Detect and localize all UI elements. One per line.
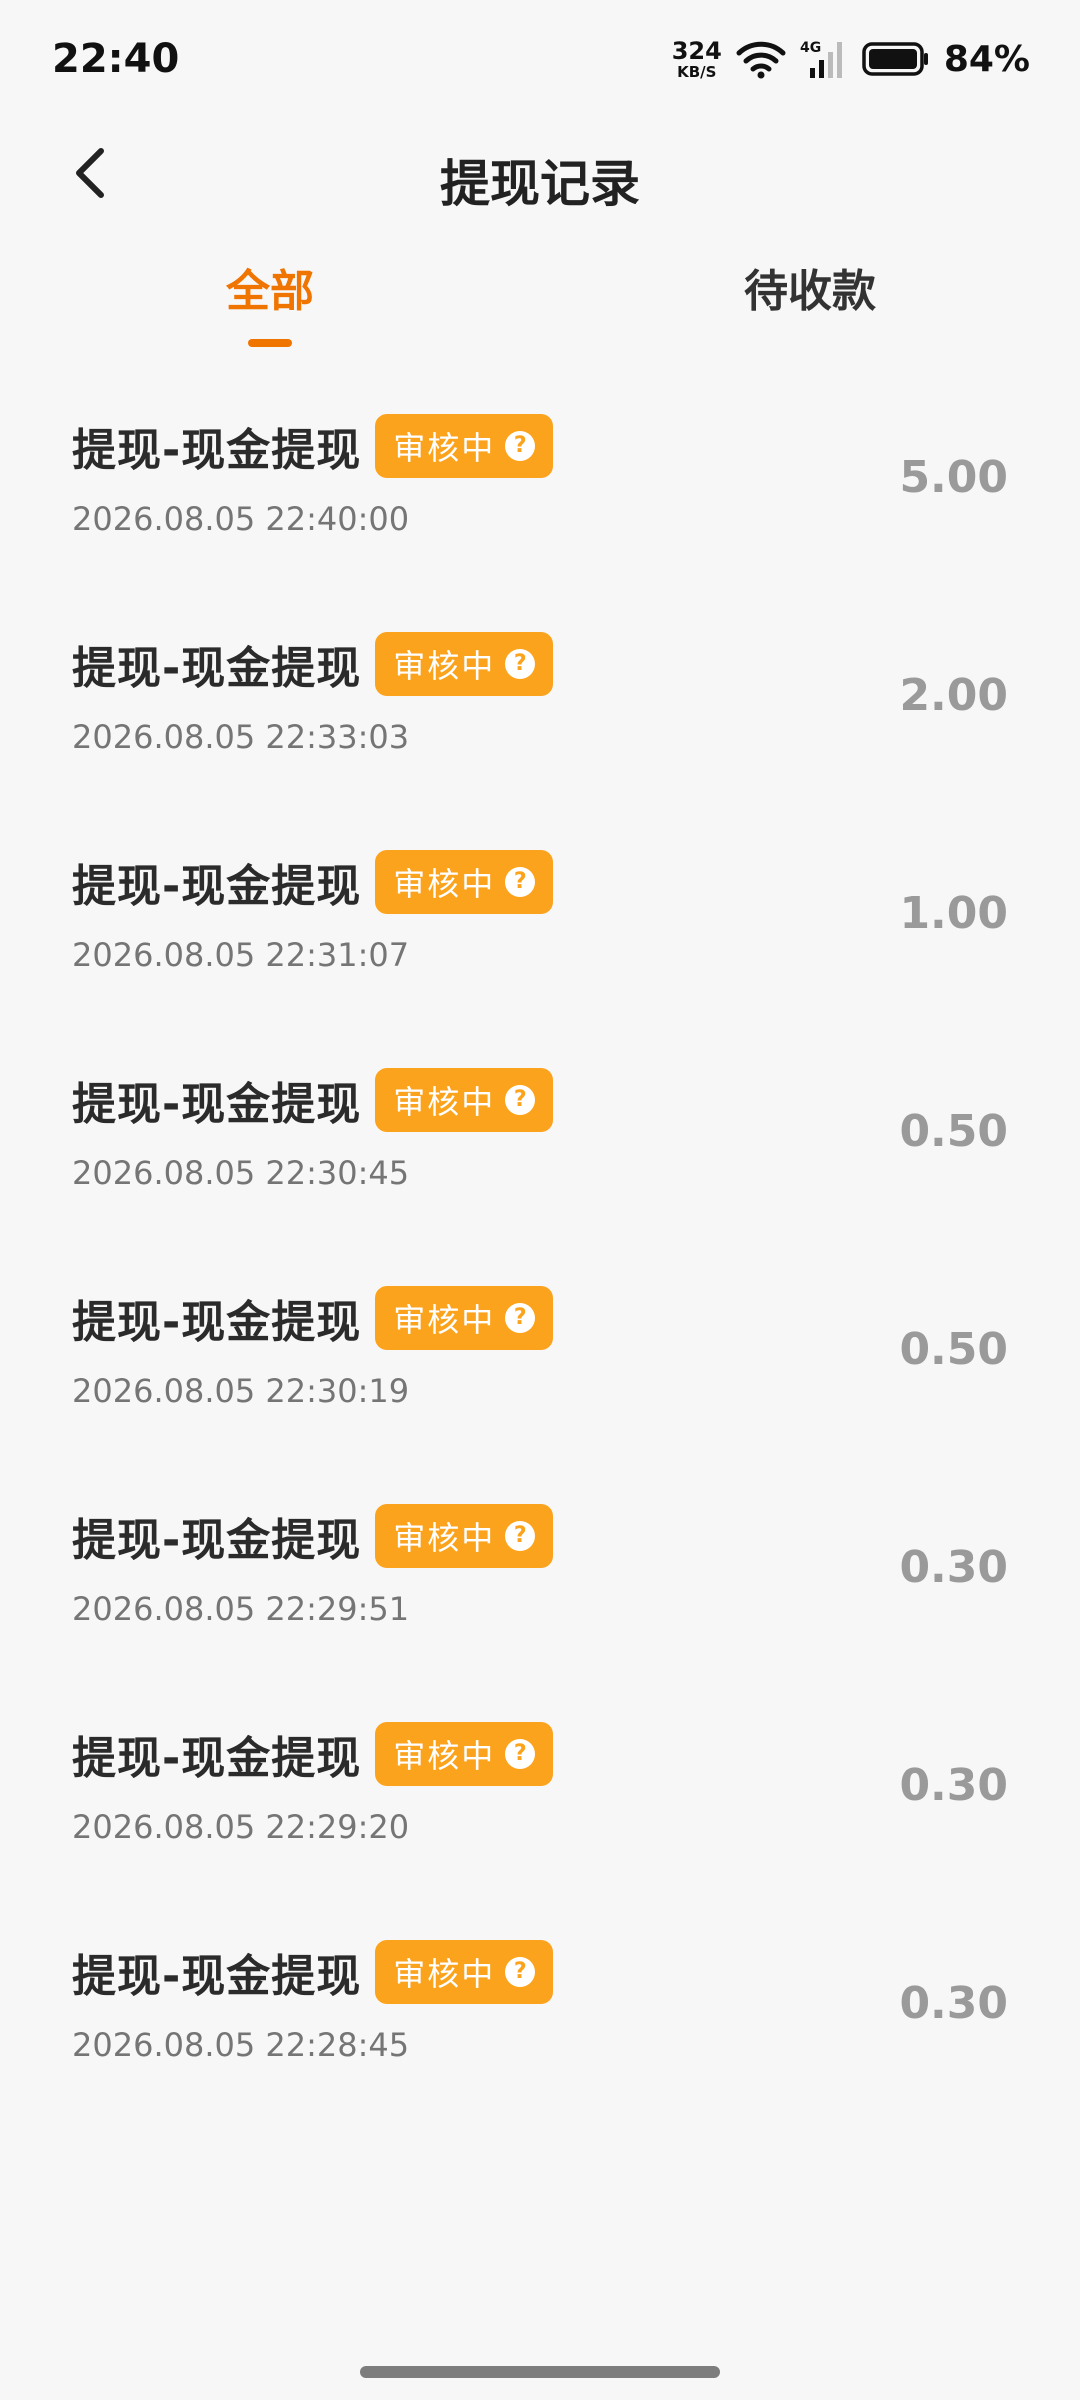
record-timestamp: 2026.08.05 22:29:20 (72, 1808, 410, 1846)
question-mark-icon[interactable]: ? (505, 1303, 536, 1333)
tab-all[interactable]: 全部 (160, 255, 380, 319)
record-amount: 0.30 (899, 1760, 1008, 1811)
header: 提现记录 (0, 130, 1080, 220)
record-title: 提现-现金提现 (72, 1951, 362, 2002)
status-icons: 324 KB/S 4G 84% (672, 38, 1030, 80)
status-badge-label: 审核中 (393, 1519, 496, 1557)
status-badge-label: 审核中 (393, 429, 496, 467)
status-badge-label: 审核中 (393, 1301, 496, 1339)
battery-icon (862, 41, 930, 77)
withdrawal-record-row[interactable]: 提现-现金提现 审核中 ? 2026.08.05 22:40:00 5.00 (0, 400, 1080, 618)
record-timestamp: 2026.08.05 22:29:51 (72, 1590, 410, 1628)
status-badge-label: 审核中 (393, 1083, 496, 1121)
status-badge[interactable]: 审核中 ? (375, 414, 554, 478)
record-timestamp: 2026.08.05 22:33:03 (72, 718, 410, 756)
tab-bar: 全部 待收款 (0, 255, 1080, 355)
record-amount: 1.00 (899, 888, 1008, 939)
record-title: 提现-现金提现 (72, 1079, 362, 1130)
status-badge-label: 审核中 (393, 647, 496, 685)
withdrawal-record-row[interactable]: 提现-现金提现 审核中 ? 2026.08.05 22:30:45 0.50 (0, 1054, 1080, 1272)
cell-type-label: 4G (800, 40, 821, 56)
status-time: 22:40 (52, 36, 180, 82)
status-badge[interactable]: 审核中 ? (375, 1068, 554, 1132)
status-badge[interactable]: 审核中 ? (375, 1504, 554, 1568)
record-title-line: 提现-现金提现 审核中 ? (72, 1068, 554, 1132)
record-title-line: 提现-现金提现 审核中 ? (72, 1286, 554, 1350)
page-title: 提现记录 (440, 155, 640, 213)
record-amount: 0.30 (899, 1978, 1008, 2029)
active-tab-indicator (248, 339, 292, 347)
withdrawal-record-row[interactable]: 提现-现金提现 审核中 ? 2026.08.05 22:29:51 0.30 (0, 1490, 1080, 1708)
status-badge[interactable]: 审核中 ? (375, 1286, 554, 1350)
wifi-icon (736, 39, 786, 79)
record-timestamp: 2026.08.05 22:28:45 (72, 2026, 410, 2064)
question-mark-icon[interactable]: ? (505, 867, 536, 897)
record-amount: 5.00 (899, 452, 1008, 503)
record-title: 提现-现金提现 (72, 643, 362, 694)
record-timestamp: 2026.08.05 22:30:19 (72, 1372, 410, 1410)
record-title: 提现-现金提现 (72, 425, 362, 476)
record-amount: 0.30 (899, 1542, 1008, 1593)
record-timestamp: 2026.08.05 22:40:00 (72, 500, 410, 538)
record-title: 提现-现金提现 (72, 861, 362, 912)
status-badge-label: 审核中 (393, 1737, 496, 1775)
question-mark-icon[interactable]: ? (505, 1739, 536, 1769)
cellular-signal-icon: 4G (800, 38, 848, 80)
status-bar: 22:40 324 KB/S 4G 84% (0, 0, 1080, 120)
status-badge[interactable]: 审核中 ? (375, 632, 554, 696)
status-badge-label: 审核中 (393, 865, 496, 903)
record-timestamp: 2026.08.05 22:31:07 (72, 936, 410, 974)
question-mark-icon[interactable]: ? (505, 1085, 536, 1115)
question-mark-icon[interactable]: ? (505, 1521, 536, 1551)
network-speed-unit: KB/S (677, 62, 717, 81)
record-title-line: 提现-现金提现 审核中 ? (72, 850, 554, 914)
status-badge[interactable]: 审核中 ? (375, 850, 554, 914)
record-amount: 0.50 (899, 1106, 1008, 1157)
record-amount: 0.50 (899, 1324, 1008, 1375)
status-badge[interactable]: 审核中 ? (375, 1940, 554, 2004)
record-timestamp: 2026.08.05 22:30:45 (72, 1154, 410, 1192)
status-badge[interactable]: 审核中 ? (375, 1722, 554, 1786)
record-title-line: 提现-现金提现 审核中 ? (72, 1940, 554, 2004)
record-title-line: 提现-现金提现 审核中 ? (72, 632, 554, 696)
question-mark-icon[interactable]: ? (505, 1957, 536, 1987)
record-title: 提现-现金提现 (72, 1733, 362, 1784)
withdrawal-record-row[interactable]: 提现-现金提现 审核中 ? 2026.08.05 22:28:45 0.30 (0, 1926, 1080, 2144)
record-title: 提现-现金提现 (72, 1297, 362, 1348)
record-title-line: 提现-现金提现 审核中 ? (72, 1504, 554, 1568)
tab-pending-receipt[interactable]: 待收款 (700, 255, 920, 319)
record-title: 提现-现金提现 (72, 1515, 362, 1566)
network-speed-value: 324 (671, 36, 722, 65)
record-amount: 2.00 (899, 670, 1008, 721)
question-mark-icon[interactable]: ? (505, 431, 536, 461)
network-speed: 324 KB/S (672, 39, 722, 80)
home-indicator[interactable] (360, 2366, 720, 2378)
record-title-line: 提现-现金提现 审核中 ? (72, 414, 554, 478)
withdrawal-record-row[interactable]: 提现-现金提现 审核中 ? 2026.08.05 22:31:07 1.00 (0, 836, 1080, 1054)
question-mark-icon[interactable]: ? (505, 649, 536, 679)
withdrawal-record-row[interactable]: 提现-现金提现 审核中 ? 2026.08.05 22:29:20 0.30 (0, 1708, 1080, 1926)
battery-percentage: 84% (943, 38, 1030, 80)
withdrawal-record-row[interactable]: 提现-现金提现 审核中 ? 2026.08.05 22:30:19 0.50 (0, 1272, 1080, 1490)
record-title-line: 提现-现金提现 审核中 ? (72, 1722, 554, 1786)
status-badge-label: 审核中 (393, 1955, 496, 1993)
withdrawal-record-list: 提现-现金提现 审核中 ? 2026.08.05 22:40:00 5.00 提… (0, 400, 1080, 2144)
withdrawal-record-row[interactable]: 提现-现金提现 审核中 ? 2026.08.05 22:33:03 2.00 (0, 618, 1080, 836)
